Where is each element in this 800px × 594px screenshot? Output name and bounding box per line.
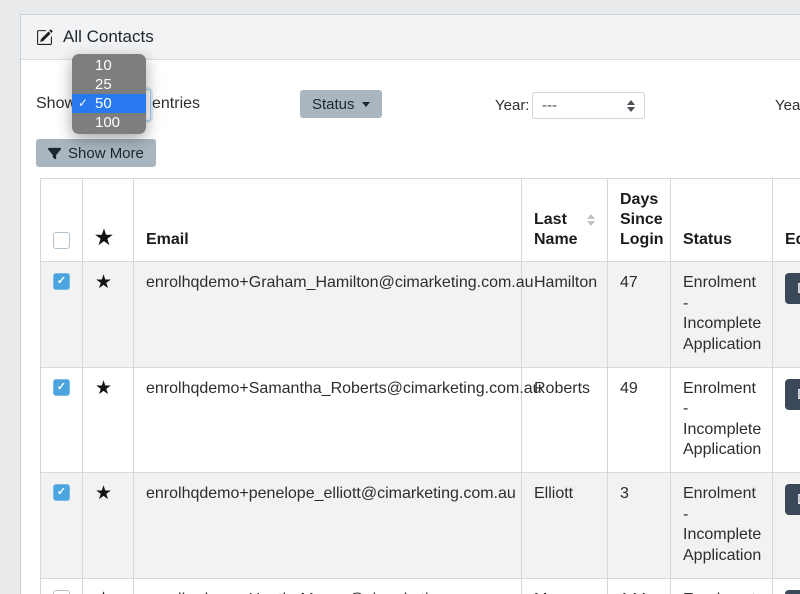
column-header-days-since-login[interactable]: Days Since Login: [608, 179, 671, 262]
check-icon: ✓: [57, 487, 66, 498]
row-edit-cell: Details: [773, 262, 800, 368]
star-icon[interactable]: ★: [95, 379, 112, 398]
page-size-option[interactable]: 25: [72, 75, 146, 94]
page-size-option[interactable]: ✓50: [72, 94, 146, 113]
row-edit-cell: Details: [773, 473, 800, 579]
row-days-since-login: 3: [608, 473, 671, 579]
row-email: enrolhqdemo+Heath_Mason@cimarketing.com.…: [134, 578, 522, 594]
row-email: enrolhqdemo+Samantha_Roberts@cimarketing…: [134, 367, 522, 473]
row-select-cell: ✓: [41, 262, 83, 368]
row-select-cell: ✓: [41, 473, 83, 579]
page-size-option[interactable]: 10: [72, 56, 146, 75]
column-header-edit: Edit: [773, 179, 800, 262]
status-filter-label: Status: [312, 96, 355, 113]
column-header-last-name-label: Last Name: [534, 211, 578, 248]
row-select-cell: ✓: [41, 367, 83, 473]
row-status: Enrolment - Incomplete Application: [671, 578, 773, 594]
details-button[interactable]: Details: [785, 484, 800, 515]
filter-icon: [48, 147, 61, 160]
row-checkbox[interactable]: ✓: [53, 484, 70, 501]
row-status: Enrolment - Incomplete Application: [671, 473, 773, 579]
contacts-card: All Contacts Show entries 1025✓50100 Sta…: [20, 14, 800, 594]
show-more-label: Show More: [68, 145, 144, 162]
page-size-option[interactable]: 100: [72, 113, 146, 132]
table-row: ✓ ★ enrolhqdemo+Graham_Hamilton@cimarket…: [41, 262, 800, 368]
check-icon: ✓: [57, 382, 66, 393]
row-checkbox[interactable]: [53, 590, 70, 594]
table-header-row: ★ Email Last Name Days Since Login Statu…: [41, 179, 800, 262]
select-all-checkbox[interactable]: [53, 232, 70, 249]
show-entries-label-after: entries: [152, 94, 200, 113]
row-checkbox[interactable]: ✓: [53, 379, 70, 396]
details-button[interactable]: Details: [785, 379, 800, 410]
year-filter-label: Year:: [495, 96, 529, 115]
table-row: ✓ ★ enrolhqdemo+penelope_elliott@cimarke…: [41, 473, 800, 579]
year-filter-value: ---: [542, 97, 557, 114]
select-all-header-cell: [41, 179, 83, 262]
status-filter-button[interactable]: Status: [300, 90, 382, 118]
row-star-cell: ★: [83, 262, 134, 368]
year-filter-select[interactable]: ---: [532, 92, 645, 119]
column-header-last-name[interactable]: Last Name: [522, 179, 608, 262]
check-icon: ✓: [78, 94, 88, 113]
page-size-dropdown: 1025✓50100: [72, 54, 146, 134]
details-button[interactable]: Details: [785, 273, 800, 304]
row-last-name: Mason: [522, 578, 608, 594]
row-status: Enrolment - Incomplete Application: [671, 367, 773, 473]
row-email: enrolhqdemo+Graham_Hamilton@cimarketing.…: [134, 262, 522, 368]
row-edit-cell: Details: [773, 367, 800, 473]
row-last-name: Hamilton: [522, 262, 608, 368]
row-star-cell: ★: [83, 578, 134, 594]
show-more-button[interactable]: Show More: [36, 139, 156, 167]
year-right-label: Year: [775, 96, 800, 115]
row-star-cell: ★: [83, 367, 134, 473]
row-last-name: Roberts: [522, 367, 608, 473]
star-header-cell: ★: [83, 179, 134, 262]
column-header-status[interactable]: Status: [671, 179, 773, 262]
row-select-cell: [41, 578, 83, 594]
row-days-since-login: 49: [608, 367, 671, 473]
row-last-name: Elliott: [522, 473, 608, 579]
select-arrows-icon: [627, 100, 635, 112]
details-button[interactable]: Details: [785, 590, 800, 594]
show-entries-label-before: Show: [36, 94, 76, 113]
star-icon[interactable]: ★: [95, 590, 112, 594]
row-star-cell: ★: [83, 473, 134, 579]
row-days-since-login: 47: [608, 262, 671, 368]
star-icon: ★: [95, 228, 113, 248]
star-icon[interactable]: ★: [95, 273, 112, 292]
column-header-email[interactable]: Email: [134, 179, 522, 262]
row-checkbox[interactable]: ✓: [53, 273, 70, 290]
sort-icon: [587, 214, 595, 226]
star-icon[interactable]: ★: [95, 484, 112, 503]
contacts-table: ★ Email Last Name Days Since Login Statu…: [40, 178, 800, 594]
table-row: ★ enrolhqdemo+Heath_Mason@cimarketing.co…: [41, 578, 800, 594]
table-row: ✓ ★ enrolhqdemo+Samantha_Roberts@cimarke…: [41, 367, 800, 473]
row-days-since-login: 144: [608, 578, 671, 594]
row-status: Enrolment - Incomplete Application: [671, 262, 773, 368]
caret-down-icon: [362, 102, 370, 107]
contacts-table-body: ✓ ★ enrolhqdemo+Graham_Hamilton@cimarket…: [41, 262, 800, 594]
edit-icon[interactable]: [36, 29, 53, 46]
row-email: enrolhqdemo+penelope_elliott@cimarketing…: [134, 473, 522, 579]
check-icon: ✓: [57, 276, 66, 287]
row-edit-cell: Details: [773, 578, 800, 594]
page-title: All Contacts: [63, 27, 154, 47]
